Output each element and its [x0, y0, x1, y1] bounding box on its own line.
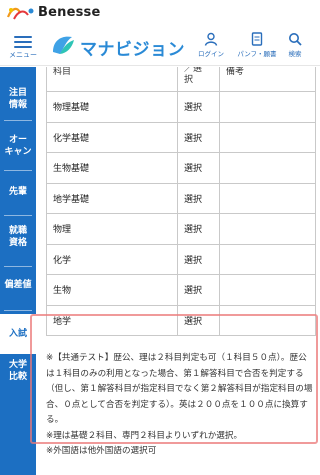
user-icon: [204, 32, 218, 46]
search-button[interactable]: 検索: [284, 32, 306, 58]
remark-cell: [219, 182, 316, 214]
search-label: 検索: [288, 50, 302, 58]
app-name[interactable]: マナビジョン: [80, 35, 185, 60]
highlight-annotation: [30, 314, 318, 444]
subject-cell: 化学: [46, 243, 178, 275]
benesse-logo-icon: [6, 7, 34, 20]
select-cell: 選択: [177, 182, 220, 214]
remark-cell: [219, 152, 316, 184]
select-cell: 選択: [177, 152, 220, 184]
table-header-row: 科目 ／選 択 備考: [46, 67, 316, 92]
manabivision-logo-icon: [53, 36, 74, 54]
select-cell: 選択: [177, 243, 220, 275]
nav-item-featured[interactable]: 注目 情報: [0, 87, 36, 111]
table-row: 生物 選択: [46, 274, 316, 306]
select-cell: 選択: [177, 274, 220, 306]
select-cell: 選択: [177, 91, 220, 123]
subject-cell: 地学基礎: [46, 182, 178, 214]
column-header-remark: 備考: [219, 67, 316, 92]
nav-item-hensachi[interactable]: 偏差値: [0, 279, 36, 291]
note-foreign-language: ※外国語は他外国語の選択可: [46, 446, 157, 456]
remark-cell: [219, 91, 316, 123]
remark-cell: [219, 213, 316, 245]
table-row: 化学 選択: [46, 243, 316, 275]
subjects-table: 科目 ／選 択 備考 物理基礎 選択 化学基礎 選択 生物基礎 選択 地学基礎 …: [46, 67, 316, 336]
column-header-subject: 科目: [46, 67, 178, 92]
brand-bar: Benesse: [0, 0, 320, 26]
nav-item-senpai[interactable]: 先輩: [0, 186, 36, 198]
subject-cell: 生物: [46, 274, 178, 306]
nav-item-employment[interactable]: 就職 資格: [0, 225, 36, 249]
document-icon: [251, 32, 263, 46]
nav-item-open-campus[interactable]: オー キャン: [0, 134, 36, 158]
remark-cell: [219, 274, 316, 306]
nav-divider: [4, 266, 32, 267]
subject-cell: 化学基礎: [46, 121, 178, 153]
nav-divider: [4, 215, 32, 216]
login-label: ログイン: [198, 50, 224, 58]
nav-divider: [4, 120, 32, 121]
pamphlet-button[interactable]: パンフ・願書: [236, 32, 278, 58]
menu-button[interactable]: メニュー: [8, 34, 38, 64]
hamburger-icon: [14, 36, 32, 48]
table-row: 地学基礎 選択: [46, 182, 316, 214]
remark-cell: [219, 243, 316, 275]
subject-cell: 物理基礎: [46, 91, 178, 123]
select-cell: 選択: [177, 121, 220, 153]
table-row: 物理 選択: [46, 213, 316, 245]
subject-cell: 生物基礎: [46, 152, 178, 184]
select-cell: 選択: [177, 213, 220, 245]
nav-divider: [4, 170, 32, 171]
remark-cell: [219, 121, 316, 153]
table-row: 物理基礎 選択: [46, 91, 316, 123]
login-button[interactable]: ログイン: [196, 32, 226, 58]
table-row: 生物基礎 選択: [46, 152, 316, 184]
column-header-select: ／選 択: [177, 67, 220, 92]
table-row: 化学基礎 選択: [46, 121, 316, 153]
menu-label: メニュー: [9, 51, 37, 59]
brand-name: Benesse: [38, 5, 101, 20]
search-icon: [289, 33, 302, 46]
nav-divider: [4, 310, 32, 311]
app-header: メニュー マナビジョン ログイン パンフ・願書 検索: [0, 26, 320, 66]
subject-cell: 物理: [46, 213, 178, 245]
pamphlet-label: パンフ・願書: [237, 50, 277, 58]
